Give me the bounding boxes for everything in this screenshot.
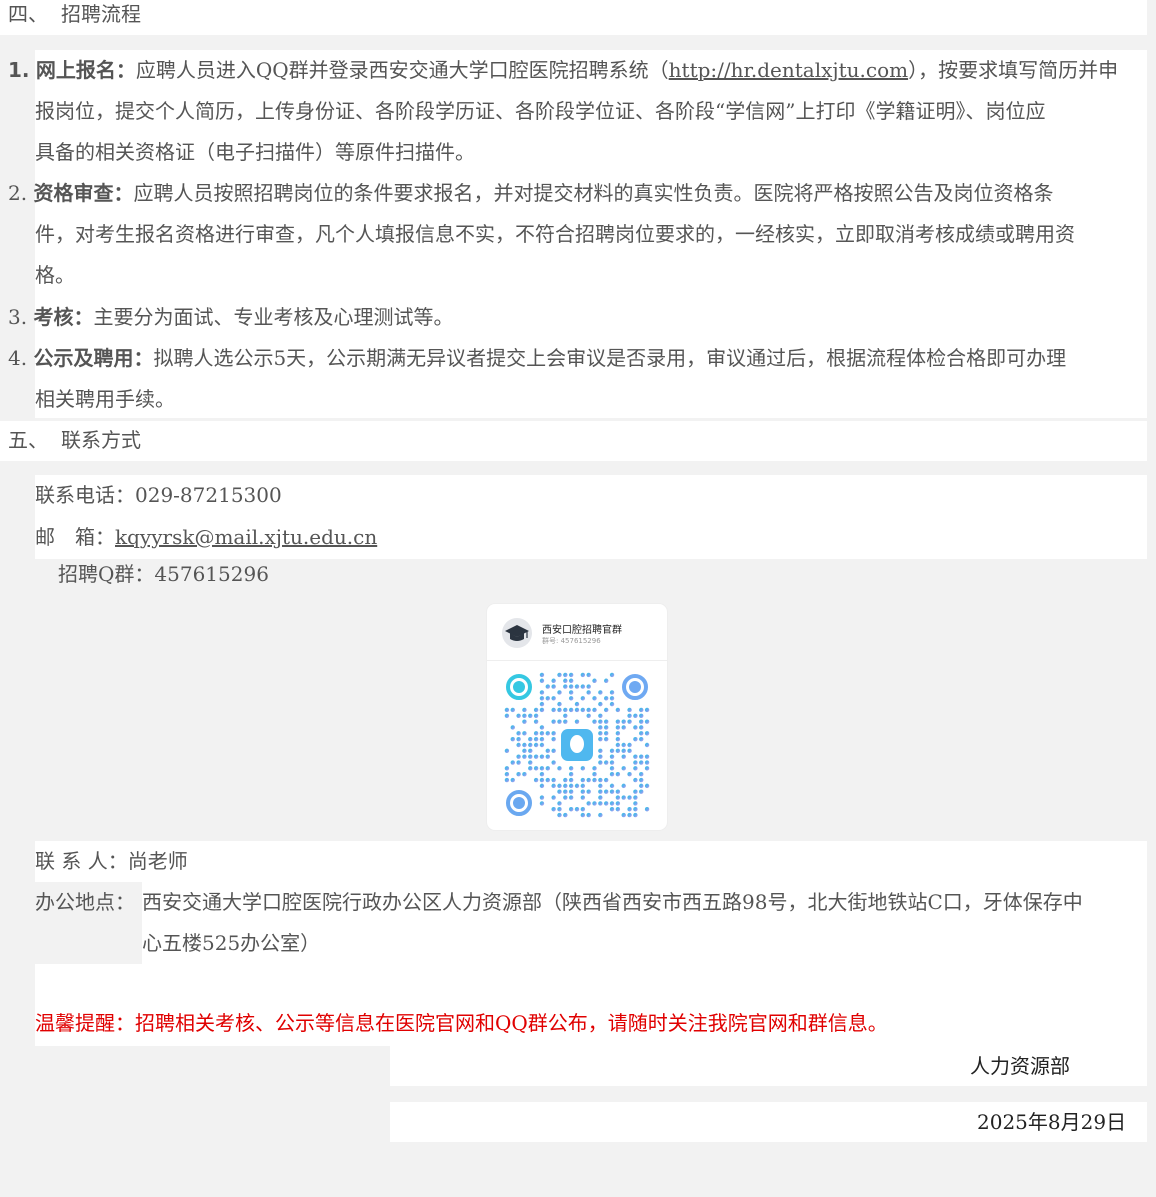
group-avatar bbox=[502, 618, 532, 648]
step-3-text: 主要分为面试、专业考核及心理测试等。 bbox=[93, 305, 454, 329]
step-3-number: 3. bbox=[8, 305, 28, 329]
qr-code-image bbox=[504, 672, 650, 818]
section-5-title: 联系方式 bbox=[61, 428, 141, 452]
section-5-number: 五、 bbox=[8, 428, 48, 452]
step-1: 1. 网上报名：应聘人员进入QQ群并登录西安交通大学口腔医院招聘系统（http:… bbox=[8, 50, 1118, 91]
step-1-label: 网上报名： bbox=[35, 58, 136, 82]
step-4-text: 拟聘人选公示5天，公示期满无异议者提交上会审议是否录用，审议通过后，根据流程体检… bbox=[153, 346, 1067, 370]
step-1-number: 1. bbox=[8, 58, 30, 82]
qq-number: 457615296 bbox=[154, 562, 269, 586]
email-link[interactable]: kqyyrsk@mail.xjtu.edu.cn bbox=[115, 525, 377, 549]
office-label: 办公地点： bbox=[35, 890, 135, 914]
recruitment-system-link[interactable]: http://hr.dentalxjtu.com bbox=[669, 58, 908, 82]
graduation-cap-icon bbox=[505, 625, 529, 641]
signature-date: 2025年8月29日 bbox=[977, 1110, 1127, 1134]
office-line-1: 西安交通大学口腔医院行政办公区人力资源部（陕西省西安市西五路98号，北大街地铁站… bbox=[142, 890, 1083, 914]
email-label: 邮 箱： bbox=[35, 525, 115, 549]
qq-label: 招聘Q群： bbox=[58, 562, 155, 586]
person-name: 尚老师 bbox=[127, 849, 188, 873]
step-1-line-3: 具备的相关资格证（电子扫描件）等原件扫描件。 bbox=[35, 140, 475, 164]
step-4-label: 公示及聘用： bbox=[33, 346, 154, 370]
contact-email: 邮 箱：kqyyrsk@mail.xjtu.edu.cn bbox=[35, 517, 377, 558]
contact-person: 联 系 人：尚老师 bbox=[35, 841, 188, 882]
step-4-number: 4. bbox=[8, 346, 28, 370]
step-2-line-2: 件，对考生报名资格进行审查，凡个人填报信息不实，不符合招聘岗位要求的，一经核实，… bbox=[35, 222, 1075, 246]
contact-phone: 联系电话：029-87215300 bbox=[35, 475, 282, 516]
signature-department: 人力资源部 bbox=[970, 1054, 1070, 1078]
phone-label: 联系电话： bbox=[35, 483, 135, 507]
phone-number: 029-87215300 bbox=[135, 483, 282, 507]
qq-group-qr-card: 西安口腔招聘官群 群号: 457615296 bbox=[487, 604, 667, 830]
qr-group-number: 群号: 457615296 bbox=[542, 637, 601, 645]
step-3: 3. 考核：主要分为面试、专业考核及心理测试等。 bbox=[8, 297, 453, 338]
step-1-line-2: 报岗位，提交个人简历，上传身份证、各阶段学历证、各阶段学位证、各阶段“学信网”上… bbox=[35, 99, 1046, 123]
contact-qq: 招聘Q群：457615296 bbox=[58, 554, 269, 595]
step-2-line-3: 格。 bbox=[35, 263, 75, 287]
step-4: 4. 公示及聘用：拟聘人选公示5天，公示期满无异议者提交上会审议是否录用，审议通… bbox=[8, 338, 1066, 379]
step-4-line-2: 相关聘用手续。 bbox=[35, 387, 175, 411]
step-2-label: 资格审查： bbox=[33, 181, 134, 205]
step-1-text: 应聘人员进入QQ群并登录西安交通大学口腔医院招聘系统（ bbox=[135, 58, 669, 82]
office-line-2: 心五楼525办公室） bbox=[142, 931, 321, 955]
reminder-notice: 温馨提醒：招聘相关考核、公示等信息在医院官网和QQ群公布，请随时关注我院官网和群… bbox=[35, 1011, 888, 1035]
step-2: 2. 资格审查：应聘人员按照招聘岗位的条件要求报名，并对提交材料的真实性负责。医… bbox=[8, 173, 1053, 214]
section-4-title: 招聘流程 bbox=[61, 2, 141, 26]
section-4-number: 四、 bbox=[8, 2, 48, 26]
step-2-text: 应聘人员按照招聘岗位的条件要求报名，并对提交材料的真实性负责。医院将严格按照公告… bbox=[133, 181, 1054, 205]
qr-group-name: 西安口腔招聘官群 bbox=[542, 625, 622, 636]
step-1-text-cont: ），按要求填写简历并申 bbox=[908, 58, 1119, 82]
person-label: 联 系 人： bbox=[35, 849, 128, 873]
step-2-number: 2. bbox=[8, 181, 28, 205]
step-3-label: 考核： bbox=[33, 305, 94, 329]
